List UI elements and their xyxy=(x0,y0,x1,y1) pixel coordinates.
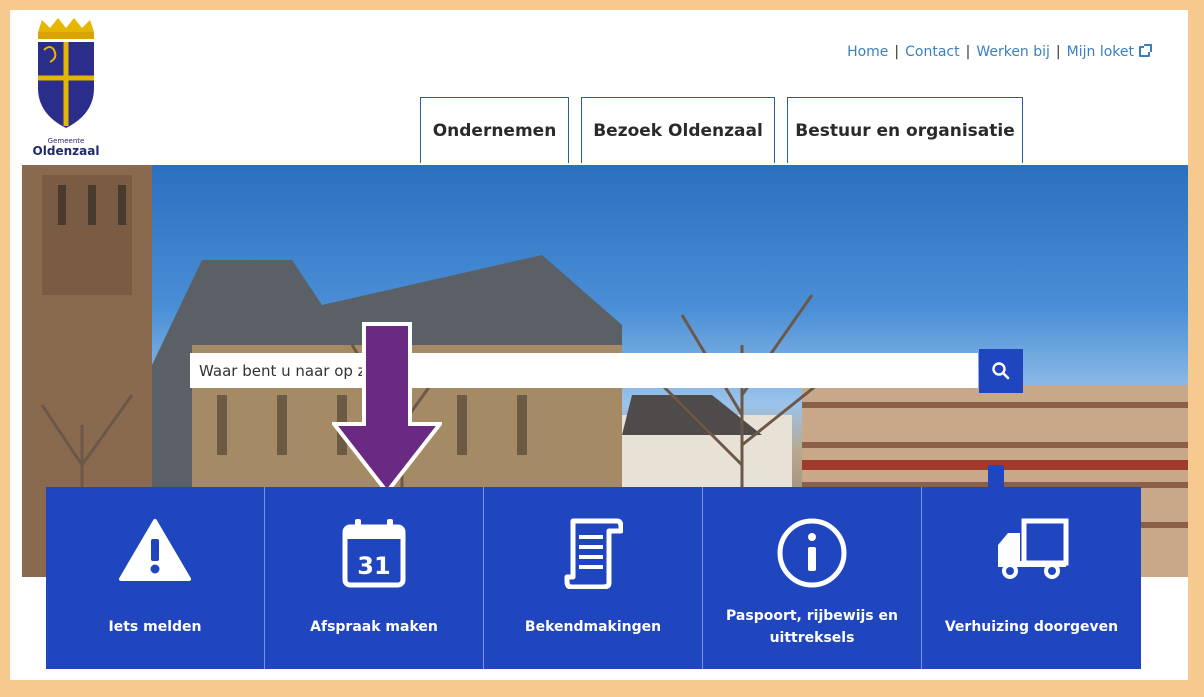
page-frame: Gemeente Oldenzaal Home | Contact | Werken b… xyxy=(10,10,1188,680)
info-icon xyxy=(777,518,847,588)
tab-bezoek-oldenzaal[interactable]: Bezoek Oldenzaal xyxy=(581,97,775,163)
tile-paspoort-rijbewijs-uittreksels[interactable]: Paspoort, rijbewijs en uittreksels xyxy=(703,487,922,669)
search-bar xyxy=(190,353,978,388)
logo-name: Oldenzaal xyxy=(32,144,100,158)
external-link-icon xyxy=(1139,44,1152,57)
tile-bekendmakingen[interactable]: Bekendmakingen xyxy=(484,487,703,669)
down-arrow-annotation-icon xyxy=(332,322,442,494)
search-input[interactable] xyxy=(190,353,978,388)
search-button[interactable] xyxy=(979,349,1023,393)
tile-label: Paspoort, rijbewijs en uittreksels xyxy=(726,608,898,646)
top-links: Home | Contact | Werken bij | Mijn loket xyxy=(847,44,1152,60)
toplink-werken-bij[interactable]: Werken bij xyxy=(976,44,1050,60)
toplink-separator: | xyxy=(894,44,900,60)
tile-verhuizing-doorgeven[interactable]: Verhuizing doorgeven xyxy=(922,487,1141,669)
toplink-home[interactable]: Home xyxy=(847,44,888,60)
scroll-document-icon xyxy=(564,518,623,589)
moving-truck-icon xyxy=(997,518,1068,579)
crown-shield-logo-icon xyxy=(38,18,94,128)
warning-icon xyxy=(119,519,191,581)
toplink-contact[interactable]: Contact xyxy=(905,44,959,60)
tile-afspraak-maken[interactable]: 31 Afspraak maken xyxy=(265,487,484,669)
toplink-mijn-loket[interactable]: Mijn loket xyxy=(1066,44,1152,60)
calendar-day: 31 xyxy=(357,552,390,580)
tile-label: Bekendmakingen xyxy=(524,619,662,635)
quick-links-tiles: Iets melden 31 Afspraak maken Bekendmaki… xyxy=(46,487,1144,669)
toplink-separator: | xyxy=(965,44,971,60)
tile-iets-melden[interactable]: Iets melden xyxy=(46,487,265,669)
calendar-icon: 31 xyxy=(342,519,406,588)
tab-ondernemen[interactable]: Ondernemen xyxy=(420,97,569,163)
toplink-mijn-loket-label: Mijn loket xyxy=(1066,44,1134,60)
site-header: Gemeente Oldenzaal Home | Contact | Werken b… xyxy=(10,10,1188,165)
search-icon xyxy=(992,362,1010,380)
tile-label: Iets melden xyxy=(108,619,202,635)
tile-label: Verhuizing doorgeven xyxy=(944,619,1119,635)
toplink-separator: | xyxy=(1055,44,1061,60)
site-logo[interactable]: Gemeente Oldenzaal xyxy=(28,18,104,158)
tile-label: Afspraak maken xyxy=(310,619,438,635)
tab-bestuur-en-organisatie[interactable]: Bestuur en organisatie xyxy=(787,97,1023,163)
